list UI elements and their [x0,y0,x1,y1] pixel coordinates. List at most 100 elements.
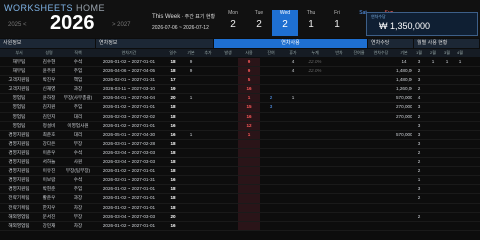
table-cell [366,85,396,93]
table-cell [218,122,238,130]
table-cell: 최준호 [42,131,56,137]
table-cell: 이준우 [42,149,56,155]
column-header-cell[interactable]: 연차기간 [96,49,162,57]
table-cell: 3 [417,104,421,110]
table-cell: 2026-02-01 ~ 2027-01-31 [102,177,156,183]
table-cell [396,167,412,175]
table-cell: 570,000 [396,95,412,101]
table-cell: 경영지원팀 [8,140,30,146]
day-tue[interactable]: Tue 2 [246,10,272,36]
table-cell [282,85,304,93]
table-cell: 경영지원팀 [8,168,30,174]
column-header-cell[interactable]: 잔여 [260,49,282,57]
table-cell [426,122,440,130]
table-cell: 20 [170,213,176,219]
table-cell: 2026-01-02 ~ 2027-01-01 [102,222,156,228]
column-header-cell[interactable]: 기본 [396,49,412,57]
table-cell [260,204,282,212]
column-header-cell[interactable]: 누계 [304,49,326,57]
table-row[interactable]: 경영지원팀 이보람 수석 2026-02-01 ~ 2027-01-31 16 1 [0,176,480,186]
table-row[interactable]: 경영지원팀 이준우 수석 2026-03-04 ~ 2027-03-03 18 2 [0,148,480,159]
column-header-cell[interactable]: 2월 [426,49,440,57]
table-cell [304,76,326,84]
table-row[interactable]: 재무팀 김수현 수석 2026-01-02 ~ 2027-01-01 18 9 9 4 22.0… [0,58,480,68]
table-cell [282,113,304,121]
next-year-button[interactable]: > 2027 [112,22,131,28]
table-cell [184,158,198,166]
table-cell [218,76,238,84]
table-row[interactable]: 고객지원팀 박진우 책임 2026-02-01 ~ 2027-01-31 17 5 1,48… [0,76,480,86]
table-cell [366,158,396,166]
table-row[interactable]: 경영지원팀 이유진 부장(팀부장) 2026-01-02 ~ 2027-01-01 18… [0,167,480,177]
table-row[interactable]: 전략기획팀 한지우 차장 2026-01-02 ~ 2027-01-01 18 [0,203,480,213]
table-row[interactable]: 재무팀 윤주원 주임 2026-04-06 ~ 2027-04-05 18 9 9 4 22.0… [0,67,480,77]
table-row[interactable]: 해외영업팀 강민재 차장 2026-01-02 ~ 2027-01-01 16 [0,221,480,231]
column-header-cell[interactable]: 휴가 [282,49,304,57]
table-cell [440,167,454,175]
day-wed[interactable]: Wed 2 [272,10,298,36]
table-cell [260,158,282,166]
table-row[interactable]: 영업팀 정설비 이영업사원 2026-01-02 ~ 2027-01-01 16 12 3 [0,121,480,131]
section-allowance: 연차수당 [368,39,414,48]
day-mon[interactable]: Mon 2 [220,10,246,36]
column-header-cell[interactable]: 사용 [238,49,260,57]
table-cell [304,113,326,121]
table-cell [440,76,454,84]
table-cell [184,85,198,93]
column-header-cell[interactable]: 발생 [218,49,238,57]
table-row[interactable]: 전략기획팀 황준우 과장 2026-01-02 ~ 2027-01-01 18 2 [0,194,480,204]
table-cell [198,103,218,111]
table-row[interactable]: 경영지원팀 박현준 주임 2026-01-02 ~ 2027-01-01 18 3 [0,185,480,195]
table-cell [440,122,454,130]
table-cell [218,149,238,157]
column-header-cell[interactable]: 부서 [0,49,38,57]
table-cell [238,194,260,203]
table-cell [304,140,326,148]
column-header-cell[interactable]: 4월 [454,49,466,57]
column-header-cell[interactable]: 성명 [38,49,60,57]
table-cell [454,113,466,121]
table-cell [326,213,352,221]
table-cell [326,167,352,175]
table-cell [218,204,238,212]
column-header-cell[interactable]: 잔여율 [352,49,366,57]
prev-year-button[interactable]: 2025 < [8,22,27,28]
table-row[interactable]: 경영지원팀 최준호 대리 2026-05-01 ~ 2027-04-30 16 1 1 570… [0,130,480,140]
column-header-cell[interactable]: 반차 [326,49,352,57]
table-cell [218,185,238,193]
day-fri[interactable]: Fri 1 [324,10,350,36]
column-header-cell[interactable]: 1월 [412,49,426,57]
table-row[interactable]: 경영지원팀 강다은 부장 2026-03-01 ~ 2027-02-28 18 3 [0,139,480,149]
column-header-cell[interactable]: 3월 [440,49,454,57]
table-cell [396,140,412,148]
table-cell: 19 [170,86,176,92]
table-row[interactable]: 영업팀 김민지 대리 2026-02-03 ~ 2027-02-02 18 16 270,0… [0,112,480,122]
table-row[interactable]: 영업팀 윤하정 부장(사무총괄) 2026-04-01 ~ 2027-04-04 20 1… [0,94,480,104]
table-cell [326,94,352,102]
table-cell [440,85,454,93]
table-row[interactable]: 해외영업팀 문서진 부장 2026-03-04 ~ 2027-03-03 20 2 [0,212,480,222]
day-thu[interactable]: Thu 1 [298,10,324,36]
table-cell [198,213,218,221]
table-cell [260,176,282,184]
table-row[interactable]: 고객지원팀 신재영 과장 2026-03-11 ~ 2027-03-10 19 16 1,2… [0,85,480,95]
table-cell [454,103,466,111]
table-cell [352,103,366,111]
column-header-cell[interactable]: 추가 [198,49,218,57]
table-cell [366,213,396,221]
table-cell [198,176,218,184]
table-cell: 수석 [73,59,83,64]
column-header-cell[interactable]: 일수 [162,49,184,57]
table-cell [396,158,412,166]
table-cell [282,213,304,221]
table-cell [396,222,412,230]
column-header-cell[interactable]: 직책 [60,49,96,57]
table-cell: 영업팀 [12,113,26,119]
table-cell [238,139,260,148]
table-cell: 박진우 [42,77,56,83]
table-cell: 22.0% [308,68,322,74]
column-header-cell[interactable]: 기본 [184,49,198,57]
column-header-cell[interactable]: 연차수당 [366,49,396,57]
table-row[interactable]: 경영지원팀 서하늘 사원 2026-03-04 ~ 2027-03-03 18 2 [0,158,480,168]
table-row[interactable]: 영업팀 김지원 주임 2026-01-02 ~ 2027-01-01 18 15 3 270,… [0,103,480,113]
